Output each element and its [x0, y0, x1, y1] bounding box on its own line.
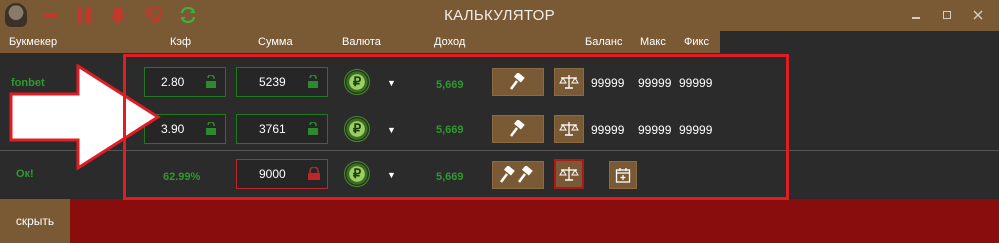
maximize-icon[interactable] — [937, 6, 957, 24]
header-income: Доход — [434, 36, 466, 48]
header-max: Макс — [640, 36, 666, 48]
header-sum: Сумма — [258, 36, 293, 48]
annotation-highlight-frame — [123, 54, 789, 200]
header-coef: Кэф — [170, 36, 192, 48]
header-balance: Баланс — [585, 36, 623, 48]
header-bookmaker: Букмекер — [9, 36, 58, 48]
header-fix: Фикс — [684, 36, 709, 48]
header-currency: Валюта — [342, 36, 381, 48]
minimize-icon[interactable] — [906, 6, 926, 24]
window-title: КАЛЬКУЛЯТОР — [444, 7, 555, 24]
hide-button[interactable]: скрыть — [0, 199, 70, 243]
close-icon[interactable] — [968, 6, 988, 24]
bottom-bar — [0, 199, 999, 243]
